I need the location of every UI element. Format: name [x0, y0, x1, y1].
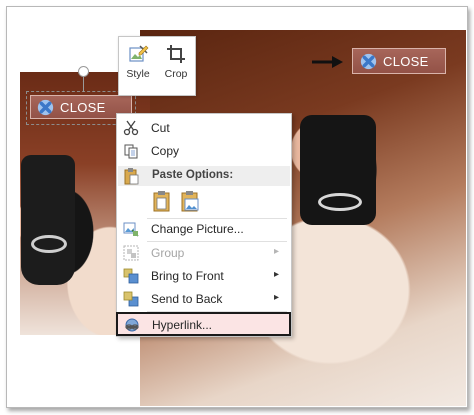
bring-to-front-icon — [123, 268, 139, 284]
menu-item-group[interactable]: Group ▸ — [117, 242, 289, 264]
crop-label: Crop — [164, 68, 188, 80]
menu-item-send-to-back[interactable]: Send to Back ▸ — [117, 288, 289, 310]
crop-icon — [167, 45, 185, 63]
copy-icon — [124, 144, 138, 159]
paste-clipboard-icon — [153, 191, 170, 212]
context-menu: Cut Copy Paste Options: Change Picture..… — [116, 113, 292, 337]
send-to-back-icon — [123, 291, 139, 307]
close-button-label: CLOSE — [383, 53, 429, 69]
paste-icon — [124, 168, 139, 185]
menu-label-bring-to-front: Bring to Front — [151, 269, 224, 283]
submenu-arrow-icon: ▸ — [273, 292, 279, 303]
menu-item-change-picture[interactable]: Change Picture... — [117, 218, 289, 240]
picture-style-icon — [129, 45, 149, 62]
close-x-icon — [360, 53, 377, 69]
mini-toolbar: Style Crop — [118, 36, 196, 96]
menu-item-copy[interactable]: Copy — [117, 140, 289, 162]
rotate-handle-stem — [83, 76, 84, 92]
menu-label-send-to-back: Send to Back — [151, 292, 223, 306]
paste-keep-formatting-button[interactable] — [151, 190, 173, 212]
menu-label-copy: Copy — [151, 144, 180, 158]
submenu-arrow-icon: ▸ — [273, 269, 279, 280]
group-icon — [123, 245, 139, 261]
menu-label-change-picture: Change Picture... — [151, 222, 244, 236]
paste-picture-icon — [181, 191, 199, 212]
paste-options-header: Paste Options: — [118, 166, 290, 186]
close-button[interactable]: CLOSE — [352, 48, 446, 74]
menu-item-bring-to-front[interactable]: Bring to Front ▸ — [117, 265, 289, 287]
menu-item-cut[interactable]: Cut — [117, 117, 289, 139]
submenu-arrow-icon: ▸ — [273, 246, 279, 257]
change-picture-icon — [123, 222, 139, 237]
menu-item-hyperlink[interactable]: Hyperlink... — [116, 312, 291, 336]
menu-label-cut: Cut — [151, 121, 170, 135]
menu-label-group: Group — [151, 246, 185, 260]
rotate-handle[interactable] — [78, 66, 89, 77]
scissors-icon — [123, 120, 139, 136]
style-label: Style — [126, 68, 150, 80]
paste-options-label: Paste Options: — [152, 169, 234, 181]
paste-as-picture-button[interactable] — [179, 190, 201, 212]
style-button[interactable]: Style — [119, 37, 157, 95]
menu-label-hyperlink: Hyperlink... — [152, 318, 213, 332]
pointer-arrow-icon — [312, 56, 343, 68]
crop-button[interactable]: Crop — [157, 37, 195, 95]
ring-box-right — [300, 115, 376, 225]
ring-box-left — [21, 155, 75, 285]
hyperlink-icon — [125, 318, 139, 332]
